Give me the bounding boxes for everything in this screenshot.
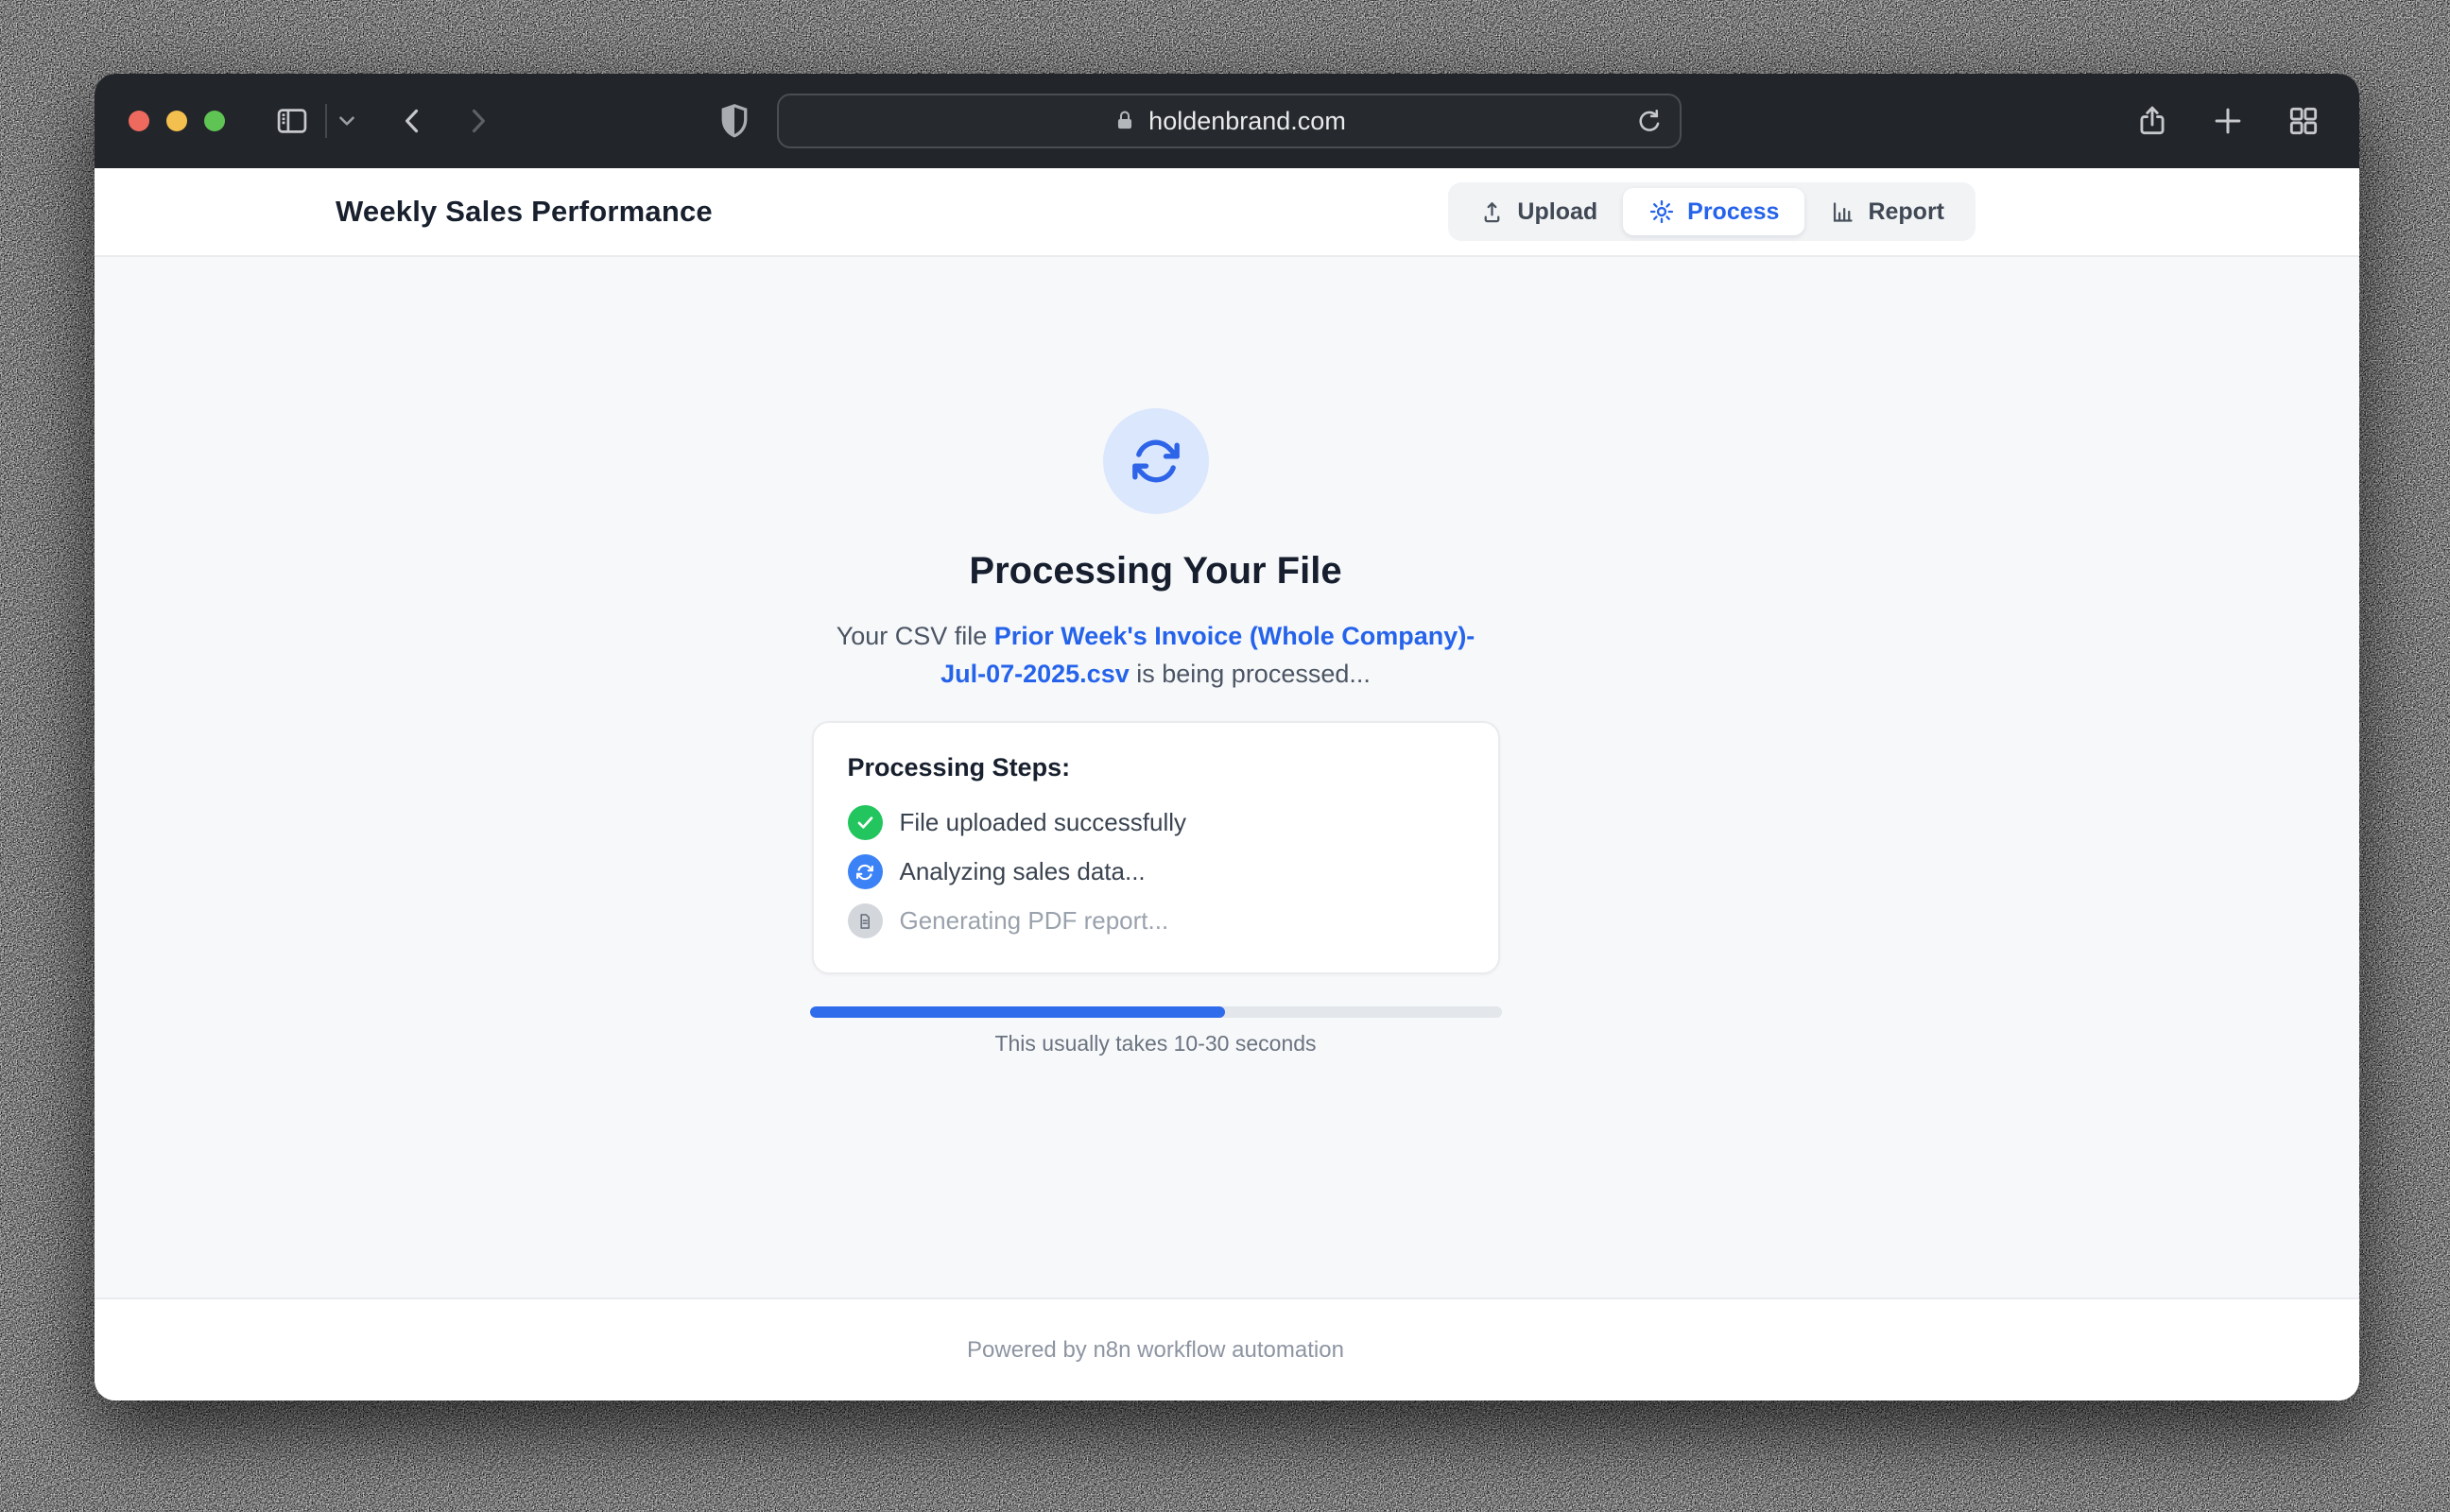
step-label: File uploaded successfully <box>900 808 1187 837</box>
progress-hint: This usually takes 10-30 seconds <box>994 1031 1316 1057</box>
shield-icon[interactable] <box>714 98 755 144</box>
step-row-generating: Generating PDF report... <box>848 903 1464 938</box>
url-text: holdenbrand.com <box>1148 107 1346 136</box>
description-prefix: Your CSV file <box>837 622 994 650</box>
sync-icon <box>1130 435 1182 488</box>
browser-toolbar: holdenbrand.com <box>95 74 2359 168</box>
lock-icon <box>1113 109 1137 133</box>
share-icon[interactable] <box>2134 103 2170 139</box>
upload-button-label: Upload <box>1517 198 1597 226</box>
browser-window: holdenbrand.com <box>95 74 2359 1400</box>
page-footer: Powered by n8n workflow automation <box>95 1297 2359 1400</box>
process-button[interactable]: Process <box>1623 188 1804 235</box>
sidebar-toggle-icon[interactable] <box>274 103 310 139</box>
processing-steps-card: Processing Steps: File uploaded successf… <box>812 721 1500 974</box>
window-controls <box>129 111 225 131</box>
sync-icon <box>848 854 883 889</box>
page-title: Weekly Sales Performance <box>336 195 713 229</box>
minimize-button[interactable] <box>166 111 187 131</box>
reload-icon[interactable] <box>1634 107 1665 137</box>
gear-icon <box>1648 198 1675 225</box>
progress-bar <box>810 1006 1502 1018</box>
steps-card-title: Processing Steps: <box>848 753 1464 782</box>
report-button[interactable]: Report <box>1804 188 1970 235</box>
bar-chart-icon <box>1830 199 1855 225</box>
toolbar-divider <box>325 104 327 138</box>
web-page: Weekly Sales Performance Upload Proce <box>95 168 2359 1400</box>
chevron-down-icon[interactable] <box>335 109 359 133</box>
check-icon <box>848 805 883 840</box>
forward-icon[interactable] <box>461 105 493 137</box>
upload-button[interactable]: Upload <box>1454 188 1623 235</box>
step-label: Generating PDF report... <box>900 906 1169 936</box>
step-label: Analyzing sales data... <box>900 857 1146 886</box>
document-icon <box>848 903 883 938</box>
toolbar-right-cluster <box>2134 103 2321 139</box>
processing-description: Your CSV file Prior Week's Invoice (Whol… <box>820 617 1492 693</box>
step-row-uploaded: File uploaded successfully <box>848 805 1464 840</box>
description-suffix: is being processed... <box>1130 660 1371 688</box>
url-bar[interactable]: holdenbrand.com <box>777 94 1682 148</box>
processing-heading: Processing Your File <box>969 550 1341 593</box>
nav-segmented-control: Upload Process Report <box>1448 182 1976 241</box>
back-icon[interactable] <box>397 105 429 137</box>
fullscreen-button[interactable] <box>204 111 225 131</box>
page-header: Weekly Sales Performance Upload Proce <box>95 168 2359 257</box>
main-content: Processing Your File Your CSV file Prior… <box>95 257 2359 1297</box>
footer-text: Powered by n8n workflow automation <box>967 1337 1344 1364</box>
upload-icon <box>1479 199 1505 225</box>
close-button[interactable] <box>129 111 149 131</box>
new-tab-icon[interactable] <box>2210 103 2246 139</box>
report-button-label: Report <box>1868 198 1944 226</box>
progress-fill <box>810 1006 1225 1018</box>
process-button-label: Process <box>1687 198 1779 226</box>
processing-spinner-badge <box>1103 408 1209 514</box>
step-row-analyzing: Analyzing sales data... <box>848 854 1464 889</box>
tab-overview-icon[interactable] <box>2286 103 2321 139</box>
